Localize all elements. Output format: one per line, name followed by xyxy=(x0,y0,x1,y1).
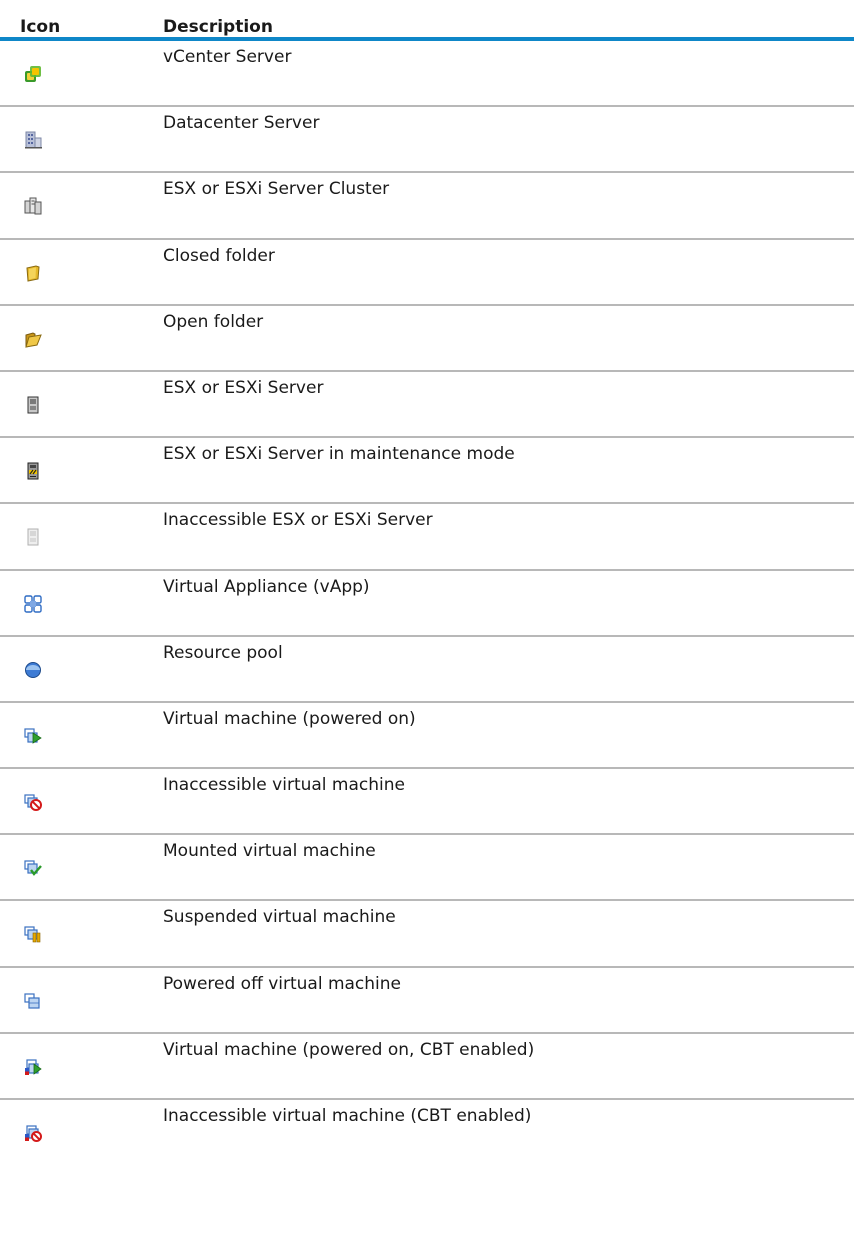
inaccessible-esx-server-icon xyxy=(27,528,39,546)
row-description: Closed folder xyxy=(163,245,275,266)
esx-server-maintenance-icon xyxy=(27,462,39,480)
table-row: Resource pool xyxy=(0,637,854,703)
vm-powered-on-icon xyxy=(24,728,42,744)
virtual-appliance-icon xyxy=(24,594,42,613)
table-row: Virtual machine (powered on) xyxy=(0,703,854,770)
row-description: ESX or ESXi Server Cluster xyxy=(163,179,390,200)
table-row: ESX or ESXi Server in maintenance mode xyxy=(0,438,854,505)
datacenter-server-icon xyxy=(25,131,42,149)
row-description: Virtual Appliance (vApp) xyxy=(163,576,370,597)
table-row: Inaccessible ESX or ESXi Server xyxy=(0,504,854,571)
mounted-vm-icon xyxy=(24,860,42,877)
table-header: Icon Description xyxy=(0,0,854,41)
row-description: Suspended virtual machine xyxy=(163,907,396,928)
vcenter-server-icon xyxy=(25,66,41,82)
icon-table: Icon Description vCenter Server Datacent… xyxy=(0,0,854,1166)
closed-folder-icon xyxy=(26,265,40,282)
table-row: ESX or ESXi Server xyxy=(0,372,854,439)
table-row: Mounted virtual machine xyxy=(0,835,854,902)
row-description: ESX or ESXi Server xyxy=(163,377,324,398)
open-folder-icon xyxy=(25,332,42,348)
table-row: Virtual machine (powered on, CBT enabled… xyxy=(0,1034,854,1100)
row-description: ESX or ESXi Server in maintenance mode xyxy=(163,444,515,465)
suspended-vm-icon xyxy=(24,926,41,943)
row-description: Inaccessible virtual machine (CBT enable… xyxy=(163,1106,532,1126)
table-row: Virtual Appliance (vApp) xyxy=(0,571,854,637)
icon-column-header: Icon xyxy=(20,17,61,37)
table-row: Open folder xyxy=(0,306,854,372)
description-column-header: Description xyxy=(163,17,273,37)
row-description: Mounted virtual machine xyxy=(163,841,376,862)
server-cluster-icon xyxy=(24,197,42,215)
row-description: Virtual machine (powered on, CBT enabled… xyxy=(163,1039,535,1060)
row-description: Open folder xyxy=(163,311,264,332)
table-row: Datacenter Server xyxy=(0,107,854,174)
inaccessible-vm-cbt-icon xyxy=(25,1125,42,1142)
table-row: Powered off virtual machine xyxy=(0,968,854,1034)
vm-powered-on-cbt-icon xyxy=(25,1059,42,1075)
table-row: Inaccessible virtual machine (CBT enable… xyxy=(0,1100,854,1166)
row-description: Inaccessible virtual machine xyxy=(163,775,405,796)
row-description: Resource pool xyxy=(163,642,283,663)
table-row: Inaccessible virtual machine xyxy=(0,769,854,836)
row-description: vCenter Server xyxy=(163,47,292,67)
inaccessible-vm-icon xyxy=(24,794,42,812)
table-row: vCenter Server xyxy=(0,41,854,108)
row-description: Inaccessible ESX or ESXi Server xyxy=(163,510,433,531)
table-row: Suspended virtual machine xyxy=(0,901,854,968)
powered-off-vm-icon xyxy=(24,993,40,1009)
table-row: ESX or ESXi Server Cluster xyxy=(0,173,854,240)
row-description: Datacenter Server xyxy=(163,113,320,134)
table-row: Closed folder xyxy=(0,240,854,306)
esx-server-icon xyxy=(27,396,39,414)
row-description: Powered off virtual machine xyxy=(163,973,402,994)
resource-pool-icon xyxy=(25,661,41,678)
row-description: Virtual machine (powered on) xyxy=(163,708,416,729)
